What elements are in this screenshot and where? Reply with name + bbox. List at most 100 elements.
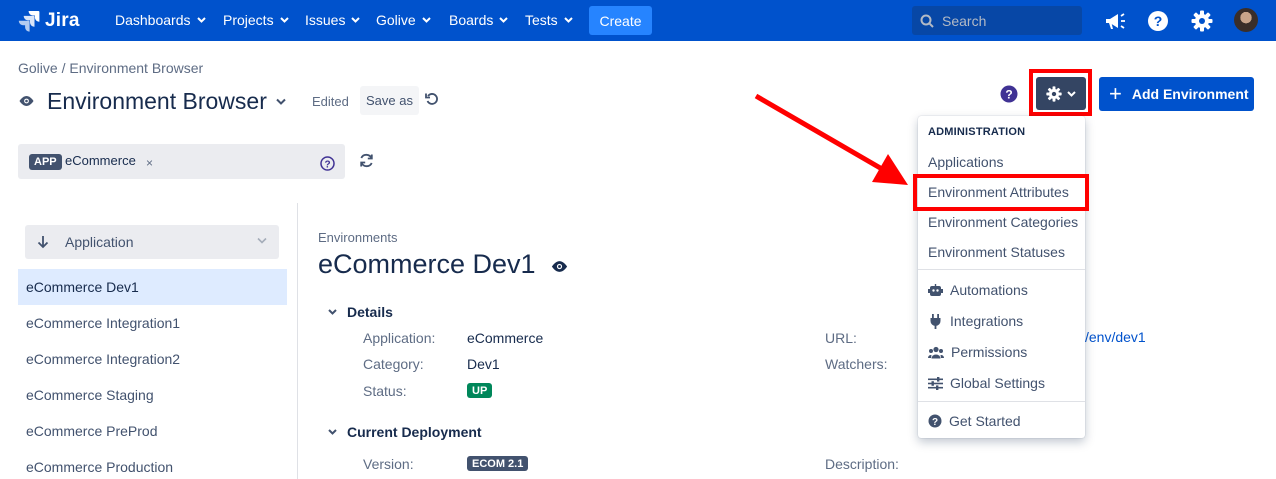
list-item[interactable]: eCommerce Integration2 xyxy=(18,341,287,377)
chevron-down-icon xyxy=(279,17,289,23)
detail-title: eCommerce Dev1 xyxy=(318,249,536,279)
chevron-down-icon xyxy=(421,17,431,23)
automations-label: Automations xyxy=(950,282,1028,298)
chevron-down-icon xyxy=(351,17,361,23)
menu-divider xyxy=(918,269,1085,270)
logo-text: Jira xyxy=(45,10,80,31)
svg-text:?: ? xyxy=(324,160,330,171)
eye-icon[interactable] xyxy=(18,95,35,107)
nav-dashboards[interactable]: Dashboards xyxy=(115,12,206,28)
filter-bar[interactable]: APP eCommerce × ? xyxy=(18,144,345,179)
nav-issues[interactable]: Issues xyxy=(305,12,361,28)
chevron-down-icon[interactable] xyxy=(276,98,286,105)
plug-icon xyxy=(930,313,941,329)
admin-dropdown-menu: ADMINISTRATION Applications Environment … xyxy=(918,116,1085,438)
menu-item-permissions[interactable]: Permissions xyxy=(928,344,1027,360)
arrow-down-icon xyxy=(37,236,49,249)
question-circle-icon: ? xyxy=(928,414,942,428)
details-section-toggle[interactable]: Details xyxy=(328,304,393,320)
search-placeholder: Search xyxy=(942,12,987,29)
details-heading: Details xyxy=(347,304,393,320)
description-label: Description: xyxy=(825,456,899,472)
filter-tag-type: APP xyxy=(29,154,62,170)
annotation-arrow xyxy=(754,93,908,185)
version-badge[interactable]: ECOM 2.1 xyxy=(467,456,529,471)
search-input[interactable]: Search xyxy=(912,6,1082,35)
eye-icon[interactable] xyxy=(550,260,569,273)
nav-projects-label: Projects xyxy=(223,12,274,28)
get-started-label: Get Started xyxy=(949,413,1021,429)
status-label: Status: xyxy=(363,383,407,399)
help-icon[interactable]: ? xyxy=(1000,85,1018,103)
create-button[interactable]: Create xyxy=(589,6,652,35)
jira-logo-icon xyxy=(18,11,40,32)
question-circle-icon: ? xyxy=(1148,11,1168,31)
administration-heading: ADMINISTRATION xyxy=(928,126,1026,138)
search-icon xyxy=(920,14,934,28)
environment-list: eCommerce Dev1 eCommerce Integration1 eC… xyxy=(18,269,287,479)
menu-item-get-started[interactable]: ? Get Started xyxy=(928,413,1021,429)
list-item[interactable]: eCommerce Integration1 xyxy=(18,305,287,341)
gear-icon xyxy=(1191,10,1213,32)
application-value: eCommerce xyxy=(467,330,544,346)
page-title: Environment Browser xyxy=(47,87,267,114)
nav-golive[interactable]: Golive xyxy=(376,12,431,28)
menu-item-global-settings[interactable]: Global Settings xyxy=(928,375,1045,391)
list-item[interactable]: eCommerce Staging xyxy=(18,377,287,413)
save-as-button[interactable]: Save as xyxy=(360,86,419,115)
panel-divider xyxy=(297,203,298,479)
url-link[interactable]: /env/dev1 xyxy=(1085,329,1146,345)
annotation-highlight-box xyxy=(913,174,1089,211)
watchers-label: Watchers: xyxy=(825,356,888,372)
nav-golive-label: Golive xyxy=(376,12,416,28)
menu-divider xyxy=(918,401,1085,402)
detail-breadcrumb[interactable]: Environments xyxy=(318,230,397,245)
jira-logo[interactable]: Jira xyxy=(18,10,80,32)
list-item[interactable]: eCommerce Production xyxy=(18,449,287,479)
chevron-down-icon xyxy=(328,429,337,435)
nav-projects[interactable]: Projects xyxy=(223,12,289,28)
deployment-section-toggle[interactable]: Current Deployment xyxy=(328,424,482,440)
menu-item-integrations[interactable]: Integrations xyxy=(928,313,1023,329)
top-navigation: Jira Dashboards Projects Issues Golive B… xyxy=(0,0,1276,41)
add-environment-button[interactable]: + Add Environment xyxy=(1099,77,1254,111)
users-icon xyxy=(928,346,944,358)
url-label: URL: xyxy=(825,330,857,346)
megaphone-icon xyxy=(1106,13,1125,29)
list-item[interactable]: eCommerce Dev1 xyxy=(18,269,287,305)
robot-icon xyxy=(928,283,943,296)
help-icon[interactable]: ? xyxy=(1146,9,1170,33)
category-label: Category: xyxy=(363,356,424,372)
svg-text:?: ? xyxy=(1005,88,1012,102)
chevron-down-icon xyxy=(499,17,509,23)
annotation-highlight-box xyxy=(1029,69,1092,116)
refresh-icon[interactable] xyxy=(359,153,374,168)
chevron-down-icon xyxy=(196,17,206,23)
settings-gear-icon[interactable] xyxy=(1190,9,1214,33)
nav-issues-label: Issues xyxy=(305,12,346,28)
menu-item-environment-categories[interactable]: Environment Categories xyxy=(928,214,1078,230)
plus-icon: + xyxy=(1109,81,1122,106)
filter-tag-value: eCommerce xyxy=(65,153,136,168)
undo-icon[interactable] xyxy=(425,92,438,106)
version-label: Version: xyxy=(363,456,414,472)
menu-item-environment-statuses[interactable]: Environment Statuses xyxy=(928,244,1065,260)
global-settings-label: Global Settings xyxy=(950,375,1045,391)
list-item[interactable]: eCommerce PreProd xyxy=(18,413,287,449)
notifications-icon[interactable] xyxy=(1103,9,1127,33)
sort-by-select[interactable]: Application xyxy=(25,225,279,259)
help-icon[interactable]: ? xyxy=(320,156,335,171)
sort-by-label: Application xyxy=(65,234,134,250)
user-avatar[interactable] xyxy=(1234,8,1258,32)
nav-boards[interactable]: Boards xyxy=(449,12,509,28)
nav-boards-label: Boards xyxy=(449,12,494,28)
page-title-row: Environment Browser xyxy=(18,86,286,116)
menu-item-applications[interactable]: Applications xyxy=(928,154,1004,170)
deployment-heading: Current Deployment xyxy=(347,424,482,440)
chevron-down-icon xyxy=(328,309,337,315)
remove-filter-icon[interactable]: × xyxy=(146,156,153,170)
nav-tests[interactable]: Tests xyxy=(525,12,573,28)
chevron-down-icon xyxy=(563,17,573,23)
menu-item-automations[interactable]: Automations xyxy=(928,282,1028,298)
breadcrumb[interactable]: Golive / Environment Browser xyxy=(18,60,203,76)
